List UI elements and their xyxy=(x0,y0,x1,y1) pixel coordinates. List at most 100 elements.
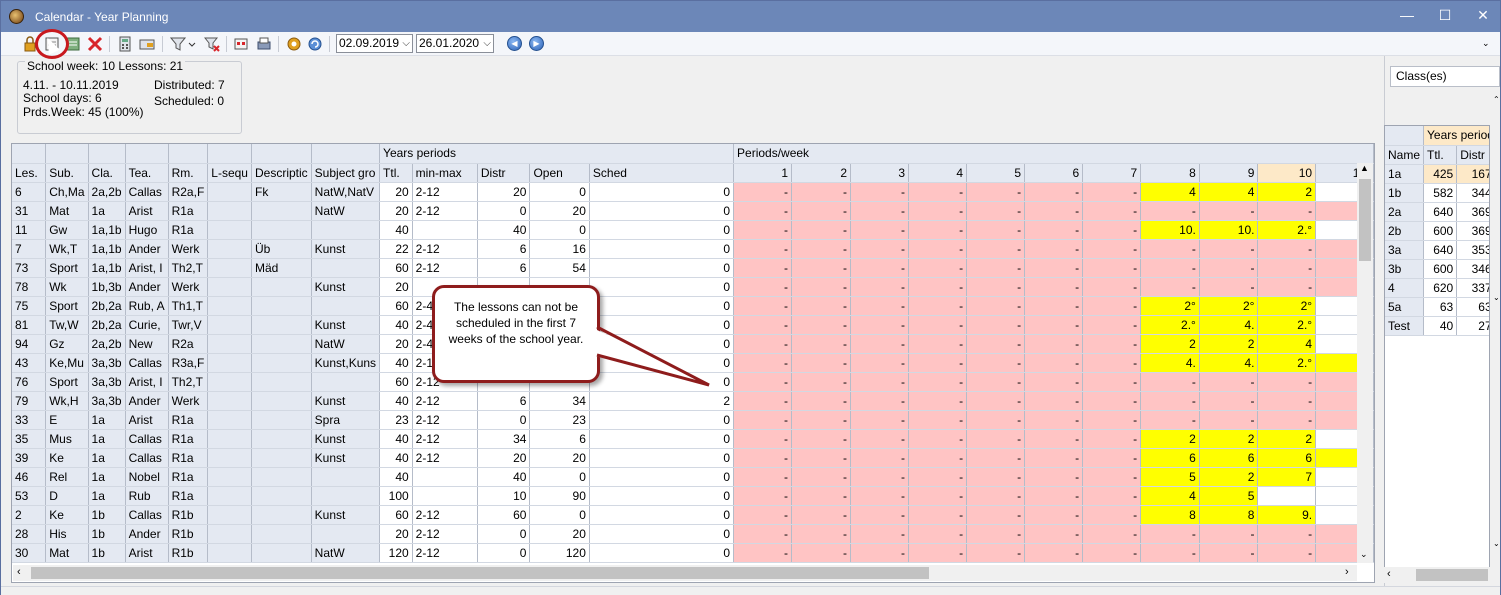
week-cell[interactable]: 2 xyxy=(1199,334,1259,354)
table-cell[interactable]: Callas xyxy=(125,353,169,373)
classes-cell[interactable]: 4 xyxy=(1385,278,1425,298)
week-cell[interactable]: - xyxy=(966,505,1026,525)
week-cell[interactable]: - xyxy=(1024,182,1084,202)
table-cell[interactable]: Sport xyxy=(45,296,89,316)
week-cell[interactable]: 9. xyxy=(1257,505,1317,525)
week-cell[interactable]: - xyxy=(791,239,852,259)
previous-week-button[interactable]: ◀ xyxy=(507,36,522,51)
week-cell[interactable]: - xyxy=(733,448,793,468)
week-cell[interactable]: - xyxy=(791,315,852,335)
week-cell[interactable]: - xyxy=(908,486,968,506)
table-cell[interactable]: R1b xyxy=(168,505,209,525)
table-cell[interactable]: Kunst xyxy=(311,239,381,259)
toolbar-overflow-icon[interactable]: ⌄ xyxy=(1482,38,1490,49)
classes-cell[interactable]: 582 xyxy=(1423,183,1458,203)
table-row[interactable]: 7 Wk,T 1a,1b Ander Werk Üb Kunst 22 2-12 6 16 0- - - -… xyxy=(12,239,1374,259)
column-header[interactable]: Les. xyxy=(12,163,47,183)
table-cell[interactable]: 2a,2b xyxy=(88,334,126,354)
week-cell[interactable]: - xyxy=(966,315,1026,335)
table-cell[interactable]: 60 xyxy=(379,372,413,392)
table-cell[interactable]: 10 xyxy=(477,486,531,506)
week-cell[interactable]: - xyxy=(791,410,852,430)
week-cell[interactable]: - xyxy=(1082,448,1142,468)
table-cell[interactable]: Ke xyxy=(45,448,89,468)
table-cell[interactable]: 54 xyxy=(529,258,590,278)
week-cell[interactable]: - xyxy=(791,182,852,202)
table-cell[interactable]: 1a xyxy=(88,410,126,430)
column-header[interactable]: Sub. xyxy=(45,163,89,183)
table-cell[interactable] xyxy=(311,486,381,506)
week-cell[interactable]: - xyxy=(850,201,910,221)
table-cell[interactable]: 33 xyxy=(12,410,47,430)
column-header[interactable]: Ttl. xyxy=(379,163,413,183)
week-cell[interactable]: - xyxy=(1257,239,1317,259)
delete-icon[interactable] xyxy=(87,36,103,52)
classes-cell[interactable]: 63 xyxy=(1423,297,1458,317)
table-cell[interactable]: Mus xyxy=(45,429,89,449)
classes-cell[interactable]: 3a xyxy=(1385,240,1425,260)
table-cell[interactable] xyxy=(251,486,312,506)
table-cell[interactable]: 60 xyxy=(477,505,531,525)
table-cell[interactable]: 20 xyxy=(529,448,590,468)
classes-column-header[interactable]: Name xyxy=(1385,145,1425,165)
table-cell[interactable]: 20 xyxy=(477,448,531,468)
classes-cell[interactable]: 640 xyxy=(1423,240,1458,260)
table-cell[interactable]: 2-12 xyxy=(412,429,478,449)
week-cell[interactable]: - xyxy=(791,296,852,316)
week-column-header[interactable]: 2 xyxy=(791,163,852,183)
classes-cell[interactable]: 346 xyxy=(1456,259,1489,279)
table-cell[interactable] xyxy=(311,467,381,487)
week-cell[interactable]: - xyxy=(908,448,968,468)
table-cell[interactable]: 6 xyxy=(477,391,531,411)
table-cell[interactable]: 40 xyxy=(379,448,413,468)
week-column-header[interactable]: 5 xyxy=(966,163,1026,183)
table-cell[interactable]: 0 xyxy=(477,543,531,563)
week-cell[interactable]: - xyxy=(1024,372,1084,392)
classes-cell[interactable]: 63 xyxy=(1456,297,1489,317)
table-cell[interactable]: Rub xyxy=(125,486,169,506)
classes-cell[interactable]: 369 xyxy=(1456,202,1489,222)
table-cell[interactable]: R1a xyxy=(168,448,209,468)
table-cell[interactable]: R1a xyxy=(168,429,209,449)
table-cell[interactable]: 1a xyxy=(88,429,126,449)
week-cell[interactable]: - xyxy=(733,353,793,373)
table-cell[interactable]: Wk xyxy=(45,277,89,297)
table-cell[interactable] xyxy=(251,524,312,544)
date-to-field[interactable]: 26.01.2020 ⌵ xyxy=(416,34,494,53)
week-cell[interactable]: - xyxy=(1140,277,1200,297)
table-cell[interactable]: 20 xyxy=(379,277,413,297)
table-cell[interactable]: 20 xyxy=(379,334,413,354)
column-header[interactable]: Tea. xyxy=(125,163,169,183)
table-cell[interactable] xyxy=(251,372,312,392)
table-cell[interactable]: 30 xyxy=(12,543,47,563)
week-cell[interactable]: - xyxy=(791,372,852,392)
table-cell[interactable]: Callas xyxy=(125,505,169,525)
table-cell[interactable]: R1a xyxy=(168,467,209,487)
table-cell[interactable]: 2b,2a xyxy=(88,296,126,316)
table-cell[interactable]: 1a xyxy=(88,448,126,468)
table-cell[interactable]: R1a xyxy=(168,220,209,240)
table-cell[interactable]: His xyxy=(45,524,89,544)
table-cell[interactable]: Callas xyxy=(125,182,169,202)
week-cell[interactable]: - xyxy=(850,410,910,430)
table-cell[interactable]: 20 xyxy=(529,524,590,544)
maximize-button[interactable]: ☐ xyxy=(1426,1,1464,32)
week-cell[interactable]: - xyxy=(1024,239,1084,259)
table-cell[interactable]: 11 xyxy=(12,220,47,240)
week-cell[interactable]: - xyxy=(908,277,968,297)
table-cell[interactable]: 0 xyxy=(589,410,735,430)
week-cell[interactable]: - xyxy=(966,372,1026,392)
classes-column-header[interactable]: Distr xyxy=(1456,145,1489,165)
table-cell[interactable]: 94 xyxy=(12,334,47,354)
table-cell[interactable]: 2-12 xyxy=(412,505,478,525)
week-cell[interactable]: - xyxy=(908,410,968,430)
table-row[interactable]: 28 His 1b Ander R1b 20 2-12 0 20 0- - - - - - - - - - xyxy=(12,524,1374,544)
table-cell[interactable]: Ander xyxy=(125,391,169,411)
table-cell[interactable]: 43 xyxy=(12,353,47,373)
week-cell[interactable]: - xyxy=(1082,239,1142,259)
table-cell[interactable]: Werk xyxy=(168,391,209,411)
table-row[interactable]: 39 Ke 1a Callas R1a Kunst 40 2-12 20 20 0- - - - - - -6 6… xyxy=(12,448,1374,468)
week-cell[interactable]: - xyxy=(908,524,968,544)
scroll-right-icon[interactable]: › xyxy=(1345,566,1349,578)
table-cell[interactable] xyxy=(207,182,252,202)
